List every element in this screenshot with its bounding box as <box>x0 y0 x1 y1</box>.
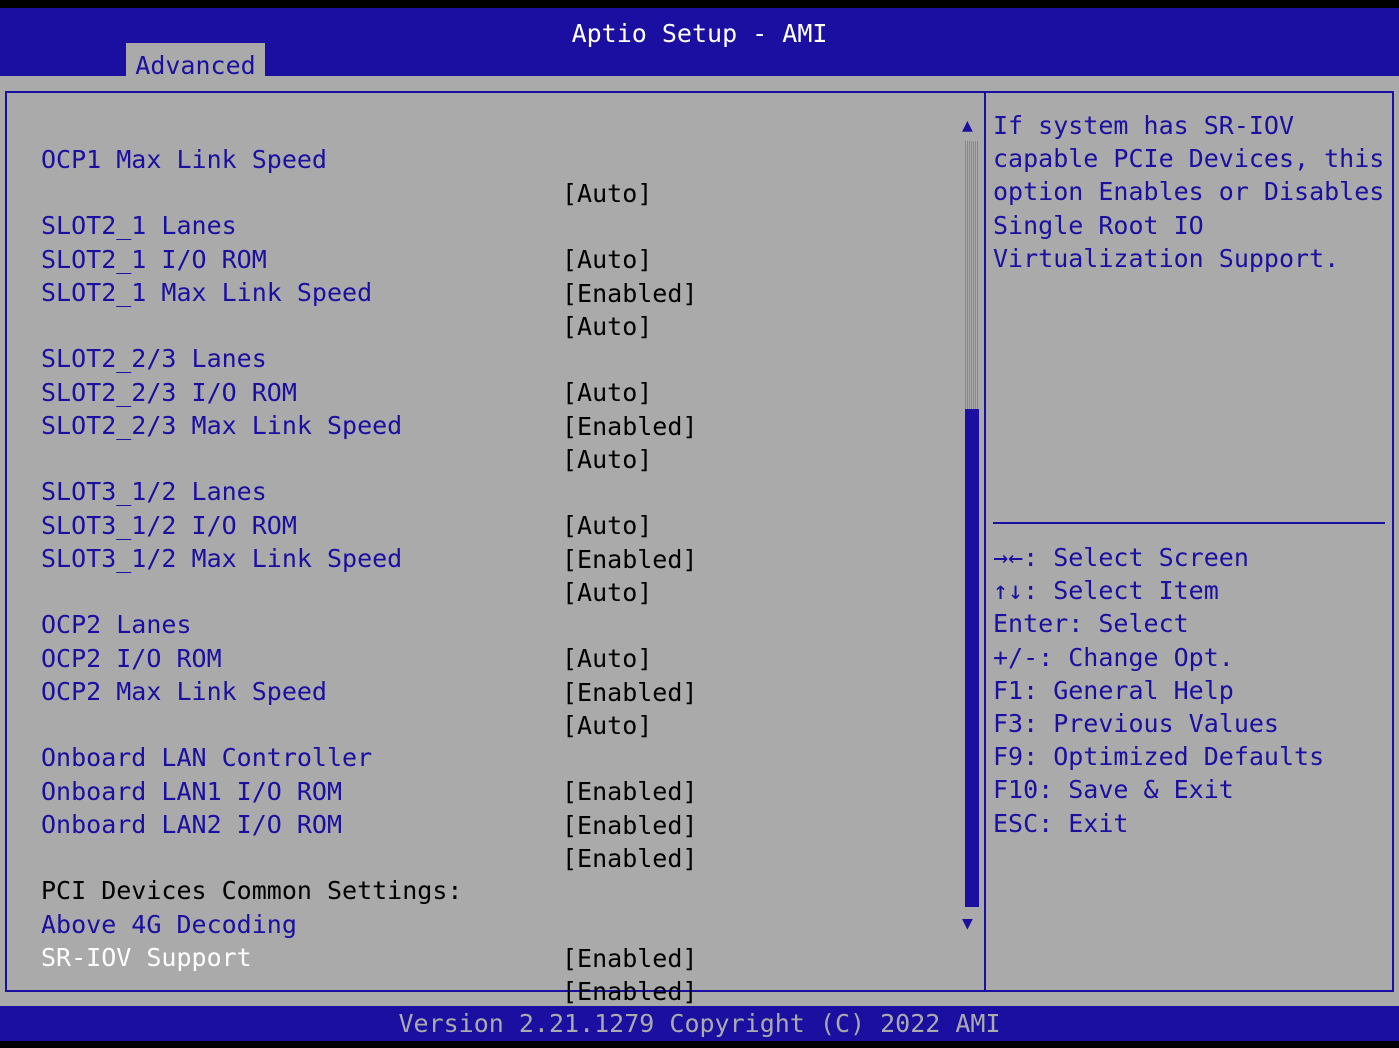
setting-label: SLOT3_1/2 Lanes <box>41 477 267 506</box>
setting-slot2-23-lanes[interactable]: SLOT2_2/3 Lanes [Auto] <box>0 308 652 407</box>
setting-value: [Enabled] <box>562 977 698 1006</box>
setting-slot2-1-max-link-speed[interactable]: SLOT2_1 Max Link Speed [Auto] <box>0 242 652 341</box>
key-hint-select-item: ↑↓: Select Item <box>993 576 1219 606</box>
setting-ocp2-lanes[interactable]: OCP2 Lanes [Auto] <box>0 574 652 673</box>
setting-value: [Enabled] <box>562 944 698 973</box>
key-hint-f9: F9: Optimized Defaults <box>993 742 1325 772</box>
setting-value: [Auto] <box>562 378 653 407</box>
setting-value: [Auto] <box>562 711 653 740</box>
setting-onboard-lan2-io-rom[interactable]: Onboard LAN2 I/O ROM [Enabled] <box>0 774 697 873</box>
setting-label: Onboard LAN Controller <box>41 743 373 772</box>
setting-label: Onboard LAN2 I/O ROM <box>41 810 343 839</box>
setting-value: [Enabled] <box>562 279 698 308</box>
setting-slot3-12-lanes[interactable]: SLOT3_1/2 Lanes [Auto] <box>0 441 652 540</box>
setting-label: OCP2 Lanes <box>41 610 192 639</box>
setting-label: SLOT2_1 Lanes <box>41 211 237 240</box>
setting-label: SLOT2_1 Max Link Speed <box>41 278 373 307</box>
help-line: Virtualization Support. <box>993 243 1340 273</box>
setting-slot2-23-io-rom[interactable]: SLOT2_2/3 I/O ROM [Enabled] <box>0 342 697 441</box>
setting-sr-iov-support[interactable]: SR-IOV Support [Enabled] <box>0 907 697 1006</box>
footer-version: Version 2.21.1279 Copyright (C) 2022 AMI <box>0 1006 1399 1041</box>
scrollbar-track[interactable] <box>965 409 979 907</box>
setting-label: SLOT2_1 I/O ROM <box>41 245 267 274</box>
setting-value: [Enabled] <box>562 844 698 873</box>
setting-slot2-1-io-rom[interactable]: SLOT2_1 I/O ROM [Enabled] <box>0 209 697 308</box>
section-heading: PCI Devices Common Settings: <box>41 876 463 905</box>
setting-value: [Auto] <box>562 578 653 607</box>
section-heading-pci-common: PCI Devices Common Settings: <box>0 840 462 905</box>
key-legend: →←: Select Screen ↑↓: Select Item Enter:… <box>993 541 1324 840</box>
title-bar: Aptio Setup - AMI Advanced <box>0 8 1399 84</box>
key-hint-esc: ESC: Exit <box>993 808 1129 838</box>
setting-label: Onboard LAN1 I/O ROM <box>41 777 343 806</box>
setting-label: SLOT2_2/3 Lanes <box>41 344 267 373</box>
help-line: capable PCIe Devices, this <box>993 144 1385 174</box>
setting-ocp1-max-link-speed[interactable]: OCP1 Max Link Speed [Auto] <box>0 109 652 208</box>
key-hint-select-screen: →←: Select Screen <box>993 543 1249 572</box>
key-hint-f1: F1: General Help <box>993 675 1234 705</box>
help-line: Single Root IO <box>993 210 1204 240</box>
setting-onboard-lan1-io-rom[interactable]: Onboard LAN1 I/O ROM [Enabled] <box>0 741 697 840</box>
setting-ocp2-io-rom[interactable]: OCP2 I/O ROM [Enabled] <box>0 608 697 707</box>
scrollbar-thumb[interactable] <box>965 141 979 409</box>
setting-onboard-lan-controller[interactable]: Onboard LAN Controller [Enabled] <box>0 707 697 806</box>
setting-slot2-1-lanes[interactable]: SLOT2_1 Lanes [Auto] <box>0 175 652 274</box>
setting-above-4g-decoding[interactable]: Above 4G Decoding [Enabled] <box>0 874 697 973</box>
help-divider <box>993 522 1385 524</box>
setting-slot3-12-io-rom[interactable]: SLOT3_1/2 I/O ROM [Enabled] <box>0 475 697 574</box>
setting-label: SLOT2_2/3 I/O ROM <box>41 378 297 407</box>
setting-slot3-12-max-link-speed[interactable]: SLOT3_1/2 Max Link Speed [Auto] <box>0 508 652 607</box>
setting-value: [Auto] <box>562 511 653 540</box>
help-panel: If system has SR-IOV capable PCIe Device… <box>993 109 1385 275</box>
setting-label: SLOT3_1/2 Max Link Speed <box>41 544 403 573</box>
help-line: If system has SR-IOV <box>993 111 1295 140</box>
setting-value: [Enabled] <box>562 678 698 707</box>
setting-label: SR-IOV Support <box>41 943 252 972</box>
scroll-up-arrow-icon[interactable]: ▲ <box>962 116 973 136</box>
setting-value: [Enabled] <box>562 412 698 441</box>
setting-label: OCP2 Max Link Speed <box>41 677 327 706</box>
setting-label: SLOT3_1/2 I/O ROM <box>41 511 297 540</box>
panel-divider <box>984 91 986 992</box>
key-hint-f3: F3: Previous Values <box>993 709 1279 739</box>
scroll-down-arrow-icon[interactable]: ▼ <box>962 914 973 934</box>
setting-label: OCP1 Max Link Speed <box>41 145 327 174</box>
main-panel: OCP1 Max Link Speed [Auto] SLOT2_1 Lanes… <box>0 76 1399 1006</box>
setting-slot2-23-max-link-speed[interactable]: SLOT2_2/3 Max Link Speed [Auto] <box>0 375 652 474</box>
setting-label: OCP2 I/O ROM <box>41 644 222 673</box>
setting-label: Above 4G Decoding <box>41 910 297 939</box>
help-line: option Enables or Disables <box>993 177 1385 207</box>
setting-value: [Enabled] <box>562 811 698 840</box>
setting-value: [Auto] <box>562 445 653 474</box>
setting-value: [Enabled] <box>562 777 698 806</box>
setting-label: SLOT2_2/3 Max Link Speed <box>41 411 403 440</box>
setting-value: [Auto] <box>562 312 653 341</box>
setting-value: [Auto] <box>562 644 653 673</box>
key-hint-enter: Enter: Select <box>993 609 1189 639</box>
setting-value: [Auto] <box>562 245 653 274</box>
setting-value: [Auto] <box>562 179 653 208</box>
key-hint-change-opt: +/-: Change Opt. <box>993 642 1234 672</box>
setting-ocp2-max-link-speed[interactable]: OCP2 Max Link Speed [Auto] <box>0 641 652 740</box>
setting-value: [Enabled] <box>562 545 698 574</box>
key-hint-f10: F10: Save & Exit <box>993 775 1234 805</box>
